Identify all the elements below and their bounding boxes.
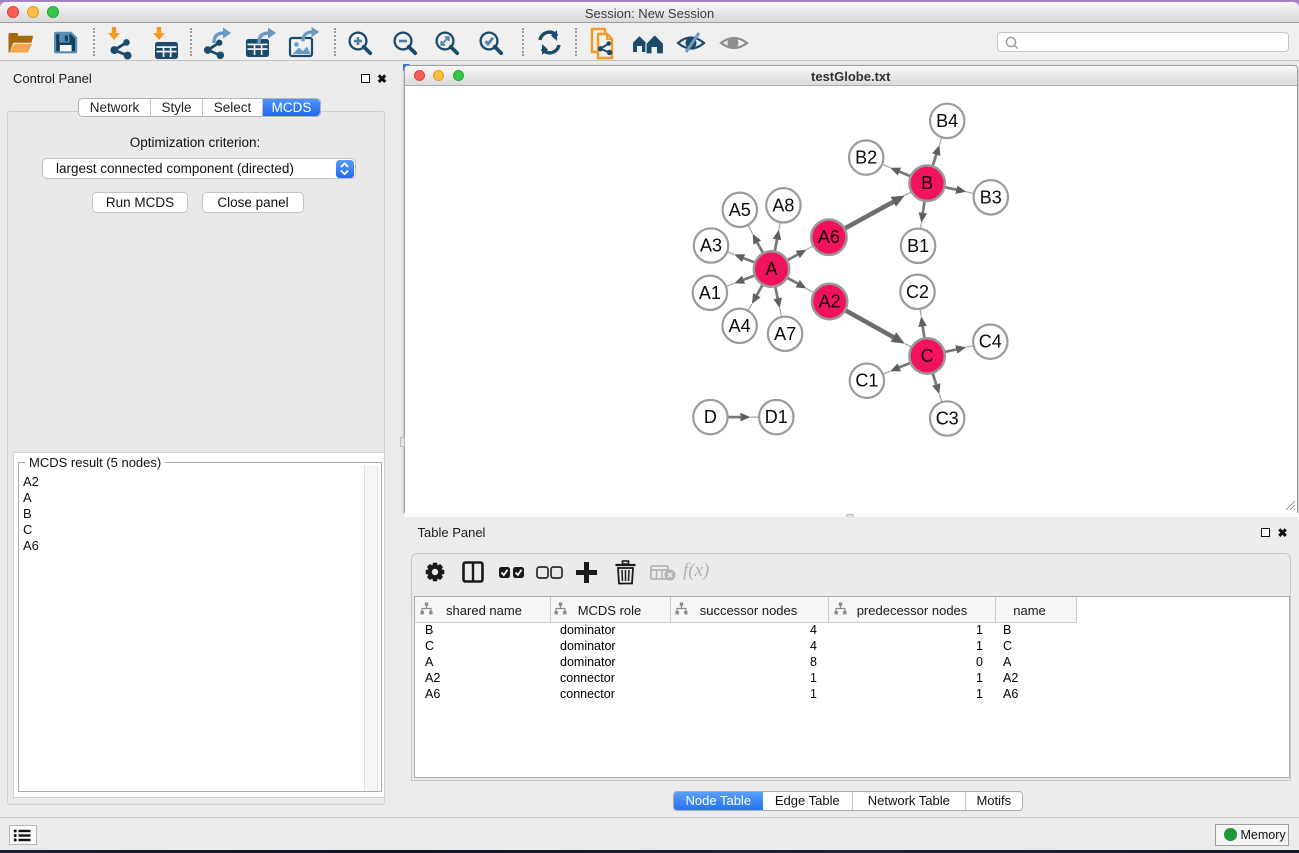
svg-text:C1: C1 xyxy=(855,371,878,391)
svg-text:A4: A4 xyxy=(728,316,750,336)
svg-text:C3: C3 xyxy=(935,409,958,429)
svg-text:C: C xyxy=(920,346,933,366)
svg-text:A7: A7 xyxy=(774,324,796,344)
svg-text:A1: A1 xyxy=(698,283,720,303)
svg-text:A6: A6 xyxy=(817,227,839,247)
svg-text:A8: A8 xyxy=(772,195,794,215)
svg-text:B4: B4 xyxy=(936,111,958,131)
svg-text:B1: B1 xyxy=(907,236,929,256)
svg-text:A3: A3 xyxy=(699,236,721,256)
svg-text:D: D xyxy=(703,407,716,427)
svg-text:B: B xyxy=(921,173,933,193)
svg-text:A2: A2 xyxy=(818,292,840,312)
svg-text:A: A xyxy=(765,259,777,279)
svg-text:D1: D1 xyxy=(764,407,787,427)
svg-text:C2: C2 xyxy=(905,282,928,302)
svg-text:C4: C4 xyxy=(978,332,1001,352)
svg-text:B3: B3 xyxy=(979,187,1001,207)
svg-text:A5: A5 xyxy=(728,200,750,220)
svg-text:B2: B2 xyxy=(855,148,877,168)
